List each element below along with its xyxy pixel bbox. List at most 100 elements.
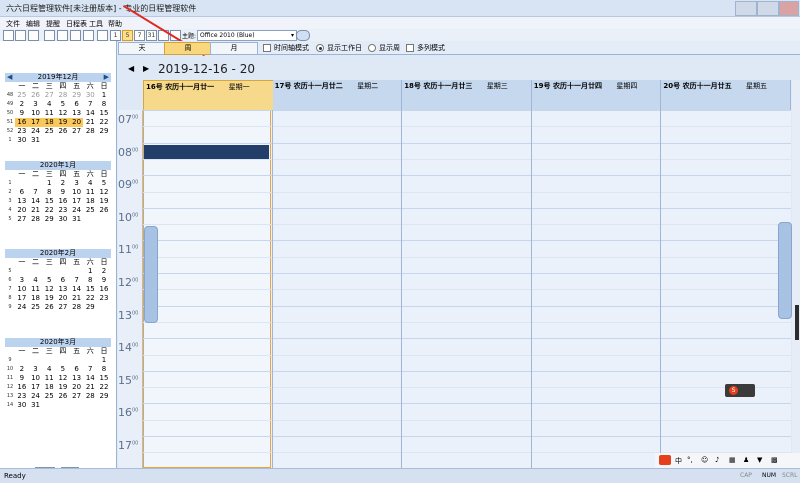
day-cell[interactable]: 6 [70,100,84,109]
day-cell[interactable]: 23 [15,127,29,136]
day-cell[interactable]: 2 [15,100,29,109]
day-cell[interactable]: 22 [42,206,56,215]
day-cell[interactable] [29,267,43,276]
theme-select[interactable]: Office 2010 (Blue) ▾ [197,30,297,41]
day-cell[interactable]: 15 [97,374,111,383]
day-cell[interactable]: 7 [83,365,97,374]
day-cell[interactable]: 24 [15,303,29,312]
day-cell[interactable]: 22 [83,294,97,303]
workdays-radio[interactable] [316,44,324,52]
day-cell[interactable]: 9 [97,276,111,285]
day-cell[interactable]: 29 [42,215,56,224]
day-cell[interactable]: 27 [42,91,56,100]
menu-edit[interactable]: 编辑 [26,19,40,29]
day-cell[interactable]: 13 [70,374,84,383]
day-cell[interactable]: 4 [42,100,56,109]
day-cell[interactable]: 21 [83,118,97,127]
day-cell[interactable] [97,215,111,224]
day-cell[interactable]: 19 [56,383,70,392]
day-cell[interactable]: 10 [15,285,29,294]
grid-icon[interactable]: ▩ [771,456,778,464]
day-cell[interactable]: 4 [42,365,56,374]
workweek-view-icon[interactable]: 5 [122,30,133,41]
day-header[interactable]: 18号 农历十一月廿三 星期三 [402,80,532,110]
day-cell[interactable]: 1 [97,91,111,100]
day-view-icon[interactable]: 1 [110,30,121,41]
day-cell[interactable] [56,356,70,365]
day-cell[interactable]: 21 [83,383,97,392]
day-cell[interactable]: 18 [29,294,43,303]
day-cell[interactable] [97,303,111,312]
day-cell[interactable]: 24 [70,206,84,215]
save-icon[interactable] [28,30,39,41]
day-cell[interactable]: 29 [70,91,84,100]
day-cell[interactable] [97,401,111,410]
day-cell[interactable] [83,356,97,365]
day-cell[interactable]: 9 [56,188,70,197]
minimize-button[interactable] [735,1,757,16]
tab-month[interactable]: 月 [210,42,258,55]
day-cell[interactable]: 27 [56,303,70,312]
day-cell[interactable]: 28 [83,392,97,401]
day-cell[interactable]: 6 [15,188,29,197]
day-cell[interactable]: 19 [42,294,56,303]
day-cell[interactable]: 15 [83,285,97,294]
day-cell[interactable]: 11 [29,285,43,294]
day-cell[interactable]: 27 [70,392,84,401]
day-cell[interactable]: 5 [56,100,70,109]
day-cell[interactable]: 23 [15,392,29,401]
day-cell[interactable]: 31 [29,401,43,410]
day-cell[interactable]: 8 [97,100,111,109]
ime-language[interactable]: 中 [675,456,682,466]
day-cell[interactable]: 17 [70,197,84,206]
punctuation-icon[interactable]: °, [687,456,693,464]
day-header[interactable]: 17号 农历十一月廿二 星期二 [272,80,403,110]
day-cell[interactable]: 22 [97,118,111,127]
ime-toolbar[interactable]: S [725,384,755,397]
day-cell[interactable]: 2 [15,365,29,374]
keyboard-icon[interactable]: ▦ [729,456,736,464]
day-cell[interactable] [83,215,97,224]
day-cell[interactable]: 12 [42,285,56,294]
day-cell[interactable]: 27 [70,127,84,136]
day-cell[interactable] [56,136,70,145]
day-cell[interactable]: 25 [83,206,97,215]
day-cell[interactable]: 17 [15,294,29,303]
day-cell[interactable]: 10 [70,188,84,197]
day-cell[interactable]: 27 [15,215,29,224]
day-cell[interactable]: 4 [29,276,43,285]
day-cell[interactable]: 23 [97,294,111,303]
next-arrow-icon[interactable]: ▶ [143,64,149,73]
day-cell[interactable]: 24 [29,127,43,136]
day-cell[interactable]: 30 [83,91,97,100]
day-cell[interactable]: 19 [56,118,70,127]
maximize-button[interactable] [757,1,779,16]
day-cell[interactable]: 11 [42,374,56,383]
menu-help[interactable]: 帮助 [108,19,122,29]
scroll-thumb[interactable] [795,305,799,340]
mic-icon[interactable]: ♪ [715,456,719,464]
day-cell[interactable]: 3 [29,100,43,109]
day-cell[interactable] [15,179,29,188]
show-week-option[interactable]: 显示周 [368,43,400,53]
day-cell[interactable] [83,136,97,145]
day-header[interactable]: 16号 农历十一月廿一 星期一 [143,80,274,112]
day-cell[interactable] [56,401,70,410]
day-cell[interactable]: 8 [83,276,97,285]
day-cell[interactable]: 14 [83,374,97,383]
day-cell[interactable]: 26 [56,127,70,136]
day-cell[interactable]: 10 [29,374,43,383]
day-cell[interactable]: 17 [29,383,43,392]
day-cell[interactable] [97,136,111,145]
day-cell[interactable]: 30 [56,215,70,224]
day-cell[interactable]: 14 [83,109,97,118]
day-cell[interactable] [29,356,43,365]
day-cell[interactable]: 16 [15,118,29,127]
day-cell[interactable]: 20 [69,118,84,127]
month-view-icon[interactable]: 31 [146,30,157,41]
day-cell[interactable]: 20 [70,383,84,392]
day-header[interactable]: 20号 农历十一月廿五 星期五 [661,80,791,110]
day-cell[interactable]: 5 [42,276,56,285]
selected-time-slot[interactable] [144,145,269,160]
day-cell[interactable]: 15 [42,197,56,206]
